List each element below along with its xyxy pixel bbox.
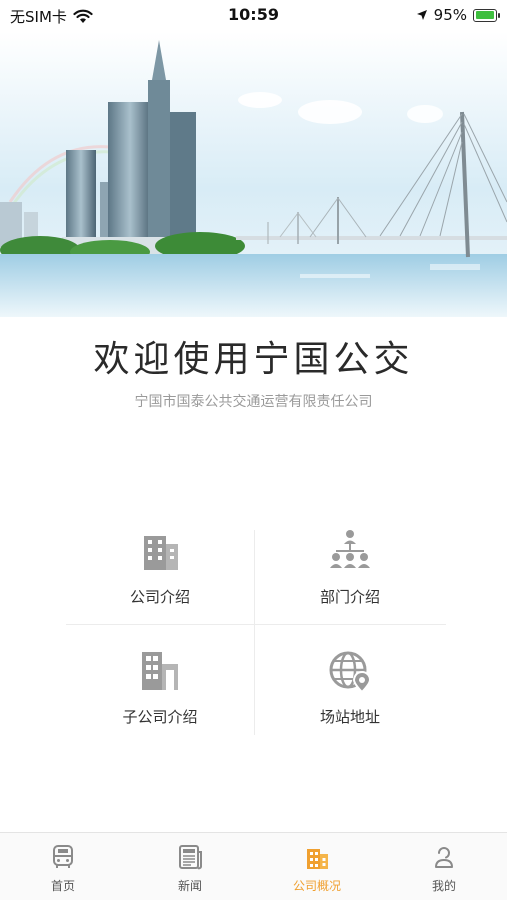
status-bar: 无SIM卡 10:59 95% [0,0,507,32]
tab-news[interactable]: 新闻 [127,839,253,894]
tab-label: 新闻 [177,879,202,893]
company-name: 宁国市国泰公共交通运营有限责任公司 [134,394,373,410]
tab-label: 公司概况 [292,879,341,893]
battery-fill [475,11,494,19]
newspaper-icon [179,845,202,870]
org-chart-icon [330,530,370,568]
menu-label: 场站地址 [319,708,380,726]
subsidiary-intro-button[interactable]: 子公司介绍 [66,640,254,744]
tab-home[interactable]: 首页 [0,839,126,894]
status-right: 95% [416,6,500,24]
battery-percent: 95% [433,6,467,24]
city-skyline-illustration [0,32,507,317]
battery-icon [473,8,500,22]
location-arrow-icon [416,10,427,20]
menu-grid: 公司介绍 部门介绍 子公司介绍 场站地址 [66,520,446,740]
subsidiary-building-icon [142,652,178,690]
tab-label: 首页 [50,879,75,893]
tab-company-overview[interactable]: 公司概况 [254,839,380,894]
menu-label: 部门介绍 [319,588,380,606]
company-building-icon [307,849,328,869]
bottom-tab-bar: 首页 新闻 公司概况 我的 [0,832,507,900]
building-icon [144,536,178,570]
tab-label: 我的 [431,879,456,893]
hero-banner [0,32,507,317]
globe-location-icon [329,651,372,694]
grid-divider-horizontal [66,624,446,625]
menu-label: 子公司介绍 [122,708,198,726]
tab-mine[interactable]: 我的 [381,839,507,894]
menu-label: 公司介绍 [129,588,190,606]
welcome-title: 欢迎使用宁国公交 [93,339,414,380]
bus-icon [53,845,73,868]
station-address-button[interactable]: 场站地址 [256,640,444,744]
grid-divider-vertical [254,530,255,735]
user-icon [435,847,453,868]
department-intro-button[interactable]: 部门介绍 [256,520,444,624]
company-intro-button[interactable]: 公司介绍 [66,520,254,624]
